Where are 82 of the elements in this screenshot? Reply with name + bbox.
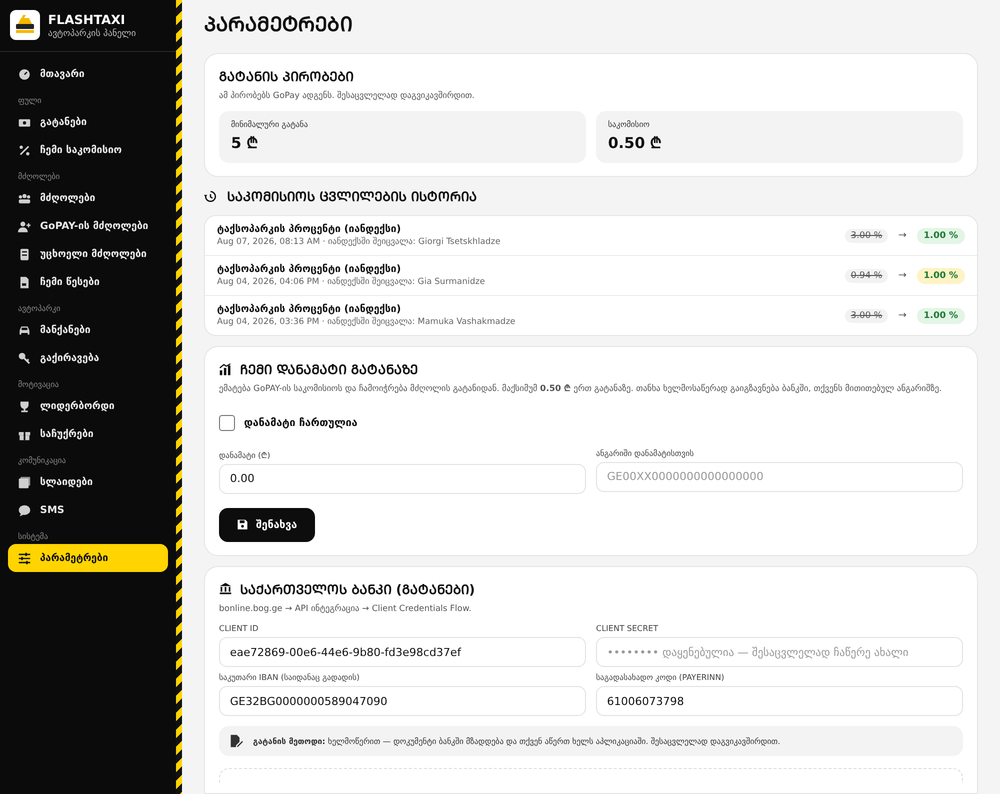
new-value: 1.00 % — [916, 268, 965, 284]
history-meta: Aug 04, 2026, 03:36 PM · იანდექსში შეიცვალა: Mamuka Vashakmadze — [217, 317, 516, 328]
checkbox[interactable] — [219, 414, 235, 431]
car-icon — [18, 324, 31, 336]
save-button[interactable]: შენახვა — [219, 508, 316, 542]
stat-value: 0.50 ₾ — [608, 133, 664, 152]
section-label: ავტოპარკი — [17, 303, 62, 315]
sidebar-item[interactable]: ლიდერბორდი — [8, 392, 168, 420]
page-title: ᲞᲐᲠᲐᲛᲔᲢᲠᲔᲑᲘ — [204, 11, 354, 38]
input-field[interactable]: eae72869-00e6-44e6-9b80-fd3e98cd37ef — [219, 637, 586, 668]
sidebar-item[interactable]: GoPAY-ის მძღოლები — [8, 212, 168, 240]
old-value: 3.00 % — [844, 308, 888, 323]
brand-name: FLASHTAXI — [48, 12, 126, 26]
new-value: 1.00 % — [916, 228, 965, 244]
arrow-glyph: → — [898, 230, 907, 242]
section-label: მოტივაცია — [17, 379, 60, 391]
history-meta: Aug 07, 2026, 08:13 AM · იანდექსში შეიცვალა: Giorgi Tsetskhladze — [217, 237, 502, 248]
sidebar-item[interactable]: სლაიდები — [8, 468, 168, 496]
logo — [10, 10, 40, 40]
field-label: CLIENT SECRET — [596, 624, 660, 634]
sidebar-item[interactable]: საჩუქრები — [8, 420, 168, 448]
section-label: ფული — [17, 95, 42, 107]
arrow-glyph: → — [898, 270, 907, 282]
checkbox-label: დანამატი ჩართულია — [244, 416, 358, 429]
card-title: ᲡᲐᲥᲐᲠᲗᲕᲔᲚᲝᲡ ᲑᲐᲜᲙᲘ (ᲒᲐᲢᲐᲜᲔᲑᲘ) — [240, 582, 475, 598]
arrow-glyph: → — [898, 310, 907, 322]
old-value: 3.00 % — [844, 228, 888, 243]
sidebar-item[interactable]: ჩემი საკომისიო — [8, 136, 168, 164]
brand-subtitle: ავტოპარკის პანელი — [48, 28, 136, 38]
history-title: ტაქსოპარკის პროცენტი (იანდექსი) — [217, 224, 402, 236]
input-field[interactable]: •••••••• დაყენებულია — შესაცვლელად ჩაწერე ახალი — [596, 637, 963, 668]
signature-icon — [229, 734, 243, 748]
card-title: ᲒᲐᲢᲐᲜᲘᲡ ᲞᲘᲠᲝᲑᲔᲑᲘ — [219, 69, 354, 85]
save-icon — [237, 519, 248, 530]
section-label: კომუნიკაცია — [17, 455, 67, 467]
field-label: ანგარიში დანამატისთვის — [596, 448, 695, 458]
input-field[interactable]: GE32BG0000000589047090 — [219, 686, 586, 716]
field-label: დანამატი (₾) — [219, 450, 272, 460]
percent-icon — [18, 144, 31, 156]
key-icon — [18, 352, 31, 364]
stat-label: საკომისიო — [608, 120, 651, 130]
gauge-icon — [18, 68, 31, 80]
history-title: ტაქსოპარკის პროცენტი (იანდექსი) — [217, 304, 402, 316]
users-icon — [18, 192, 31, 204]
sidebar-item[interactable]: SMS — [8, 496, 168, 524]
sidebar-item[interactable]: მძღოლები — [8, 184, 168, 212]
section-label: სისტემა — [17, 531, 50, 543]
chart-icon — [219, 362, 232, 376]
input-field[interactable]: 61006073798 — [596, 686, 963, 716]
field-label: CLIENT ID — [219, 624, 260, 634]
sidebar-item[interactable]: უცხოელი მძღოლები — [8, 240, 168, 268]
input-field[interactable]: GE00XX0000000000000000 — [596, 462, 963, 492]
card-description: bonline.bog.ge → API ინტეგრაცია → Client Credentials Flow. — [219, 602, 472, 616]
sidebar-item[interactable]: მანქანები — [8, 316, 168, 344]
history-icon — [204, 190, 217, 203]
card-description: ამ პირობებს GoPay ადგენს. შესაცვლელად დაგვიკავშირდით. — [219, 90, 476, 103]
stat-value: 5 ₾ — [231, 133, 260, 152]
new-value: 1.00 % — [916, 308, 965, 324]
input-field[interactable]: 0.00 — [219, 464, 586, 494]
stat-label: მინიმალური გატანა — [231, 120, 309, 130]
sidebar-item[interactable]: გატანები — [8, 108, 168, 136]
sidebar-item[interactable]: გაქირავება — [8, 344, 168, 372]
old-value: 0.94 % — [844, 268, 888, 283]
field-label: საგადასახადო კოდი (PAYERINN) — [596, 673, 726, 682]
chat-icon — [18, 504, 31, 516]
method-note: გატანის მეთოდი: ხელმოწერით — დოკუმენტი ბანკში მზადდება და თქვენ აწერთ ხელს აპლიკაციაში. შესაცვლელად დაგვიკავშირდით. — [253, 736, 780, 746]
images-icon — [18, 476, 31, 488]
card-description: ემატება GoPAY-ის საკომისიოს და ჩამოიჭრება მძღოლის გატანიდან. მაქსიმუმ 0.50 ₾ ერთ გატანაზე. თანხა ხელმოსაწერად გაიგზავნება ბანკში, თქვენს მითითებულ ანგარიშზე. — [219, 382, 943, 396]
sliders-icon — [18, 552, 31, 564]
bank-icon — [219, 582, 232, 596]
history-title: ტაქსოპარკის პროცენტი (იანდექსი) — [217, 264, 402, 276]
section-title: ᲡᲐᲙᲝᲛᲘᲡᲘᲝᲡ ᲪᲕᲚᲘᲚᲔᲑᲘᲡ ᲘᲡᲢᲝᲠᲘᲐ — [227, 189, 478, 206]
sidebar-item[interactable]: პარამეტრები — [8, 544, 168, 572]
sidebar-item[interactable]: მთავარი — [8, 60, 168, 88]
sidebar-item[interactable]: ჩემი წესები — [8, 268, 168, 296]
document-icon — [18, 276, 31, 288]
user-plus-icon — [18, 220, 31, 232]
section-label: მძღოლები — [17, 171, 61, 183]
history-meta: Aug 04, 2026, 04:06 PM · იანდექსში შეიცვალა: Gia Surmanidze — [217, 277, 486, 288]
card-title: ᲩᲔᲛᲘ ᲓᲐᲜᲐᲛᲐᲢᲘ ᲒᲐᲢᲐᲜᲐᲖᲔ — [240, 362, 418, 378]
trophy-icon — [18, 400, 31, 412]
field-label: საკუთარი IBAN (საიდანაც გადადის) — [219, 673, 361, 682]
